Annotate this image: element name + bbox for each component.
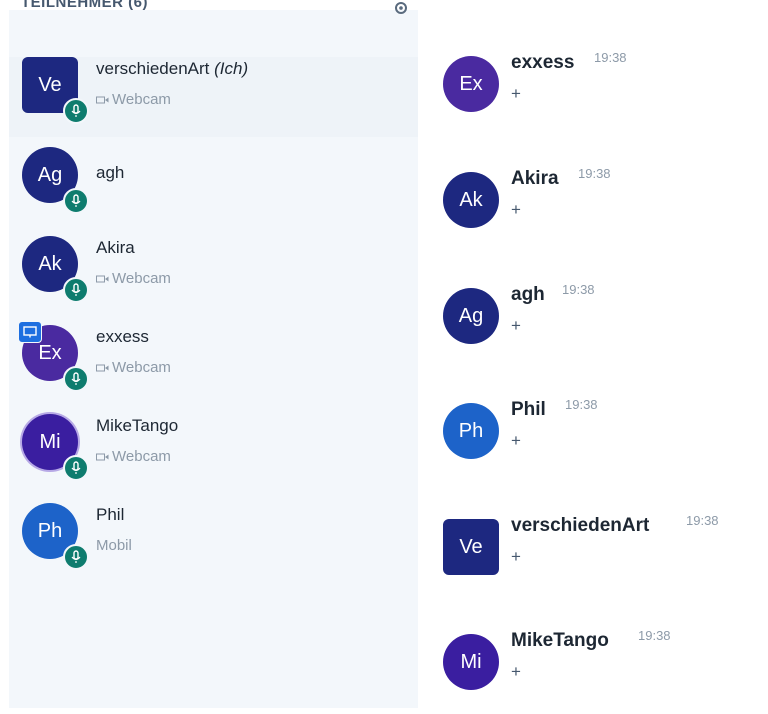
- screen-share-icon: [18, 321, 42, 343]
- participants-title: TEILNEHMER (6): [21, 0, 148, 11]
- message-time: 19:38: [594, 50, 627, 65]
- microphone-icon: [63, 366, 89, 392]
- chat-message: Ph Phil 19:38 +: [443, 397, 763, 483]
- participant-name: exxess: [96, 327, 149, 346]
- chat-message: Ag agh 19:38 +: [443, 282, 763, 368]
- participant-item[interactable]: Ex exxess Webcam: [9, 321, 418, 405]
- message-time: 19:38: [562, 282, 595, 297]
- message-time: 19:38: [638, 628, 671, 643]
- message-text: +: [511, 662, 521, 681]
- message-author[interactable]: verschiedenArt: [511, 515, 649, 537]
- avatar: Ve: [443, 519, 499, 575]
- participant-item[interactable]: Mi MikeTango Webcam: [9, 414, 418, 494]
- message-author[interactable]: agh: [511, 284, 545, 306]
- participant-item[interactable]: Ve verschiedenArt (Ich) Webcam: [9, 57, 418, 137]
- message-time: 19:38: [565, 397, 598, 412]
- message-text: +: [511, 547, 521, 566]
- participant-item[interactable]: Ak Akira Webcam: [9, 236, 418, 316]
- message-author[interactable]: Phil: [511, 399, 546, 421]
- chat-message: Mi MikeTango 19:38 +: [443, 628, 763, 714]
- participant-name: agh: [96, 163, 125, 182]
- message-time: 19:38: [686, 513, 719, 528]
- microphone-icon: [63, 455, 89, 481]
- participant-status: Mobil: [96, 537, 132, 554]
- avatar: Ex: [443, 56, 499, 112]
- message-text: +: [511, 431, 521, 450]
- webcam-icon: [96, 364, 109, 371]
- message-author[interactable]: exxess: [511, 52, 574, 74]
- message-text: +: [511, 84, 521, 103]
- webcam-icon: [96, 453, 109, 460]
- self-label: (Ich): [214, 59, 249, 78]
- message-time: 19:38: [578, 166, 611, 181]
- chat-message: Ak Akira 19:38 +: [443, 166, 763, 252]
- microphone-icon: [63, 544, 89, 570]
- avatar: Ak: [443, 172, 499, 228]
- participants-panel: TEILNEHMER (6) Ve verschiedenArt (Ich) W…: [9, 0, 418, 708]
- chat-message: Ex exxess 19:38 +: [443, 50, 763, 136]
- message-text: +: [511, 200, 521, 219]
- avatar: Ag: [443, 288, 499, 344]
- participant-name: Akira: [96, 238, 135, 257]
- avatar: Ph: [443, 403, 499, 459]
- participant-item[interactable]: Ag agh: [9, 147, 418, 227]
- participant-status: Webcam: [96, 91, 171, 108]
- participant-status: Webcam: [96, 359, 171, 376]
- participant-name: MikeTango: [96, 416, 179, 435]
- message-text: +: [511, 316, 521, 335]
- webcam-icon: [96, 275, 109, 282]
- participant-name: Phil: [96, 505, 125, 524]
- participant-status: Webcam: [96, 270, 171, 287]
- chat-message: Ve verschiedenArt 19:38 +: [443, 513, 763, 599]
- participant-status: Webcam: [96, 448, 171, 465]
- participant-item[interactable]: Ph Phil Mobil: [9, 503, 418, 583]
- gear-icon[interactable]: [391, 0, 411, 16]
- microphone-icon: [63, 277, 89, 303]
- message-author[interactable]: MikeTango: [511, 630, 609, 652]
- participant-name: verschiedenArt (Ich): [96, 59, 249, 78]
- participants-header: TEILNEHMER (6): [9, 0, 418, 22]
- microphone-icon: [63, 188, 89, 214]
- webcam-icon: [96, 96, 109, 103]
- microphone-icon: [63, 98, 89, 124]
- avatar: Mi: [443, 634, 499, 690]
- message-author[interactable]: Akira: [511, 168, 559, 190]
